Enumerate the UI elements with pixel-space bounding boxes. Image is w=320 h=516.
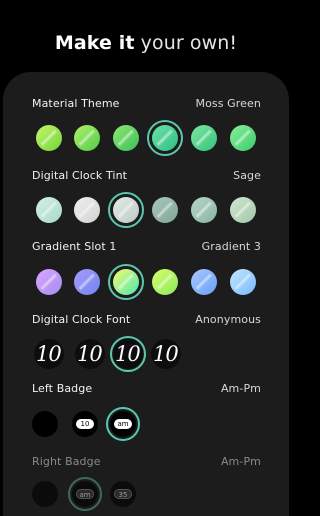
- font-sample-text: 10: [36, 342, 62, 366]
- clock-font-label: Digital Clock Font: [32, 313, 131, 326]
- left-badge-option[interactable]: [32, 411, 58, 437]
- gradient-slot-swatch[interactable]: [36, 269, 62, 295]
- clock-font-header[interactable]: Digital Clock Font Anonymous: [32, 313, 261, 326]
- font-sample-text: 10: [115, 342, 141, 366]
- material-theme-swatch[interactable]: [36, 125, 62, 151]
- font-sample-text: 10: [77, 342, 103, 366]
- page-title: Make it your own!: [0, 32, 292, 54]
- badge-pill: 10: [76, 419, 94, 429]
- right-badge-option[interactable]: [32, 481, 58, 507]
- settings-panel: Material Theme Moss Green Digital Clock …: [3, 72, 289, 516]
- selected-ring[interactable]: [108, 264, 144, 300]
- right-badge-label: Right Badge: [32, 455, 101, 468]
- clock-tint-swatch[interactable]: [74, 197, 100, 223]
- left-badge-value: Am-Pm: [220, 382, 261, 395]
- left-badge-label: Left Badge: [32, 382, 93, 395]
- material-theme-swatches: [3, 118, 289, 158]
- right-badge-value: Am-Pm: [220, 455, 261, 468]
- left-badge-option[interactable]: 10: [72, 411, 98, 437]
- clock-tint-swatch[interactable]: [113, 197, 139, 223]
- clock-font-value: Anonymous: [195, 313, 261, 326]
- badge-pill: am: [76, 489, 94, 499]
- right-badge-header[interactable]: Right Badge Am-Pm: [32, 455, 261, 468]
- clock-font-option[interactable]: 10: [151, 339, 181, 369]
- clock-font-option[interactable]: 10: [34, 339, 64, 369]
- clock-tint-swatch[interactable]: [36, 197, 62, 223]
- right-badge-option[interactable]: am: [72, 481, 98, 507]
- gradient-slot-label: Gradient Slot 1: [32, 240, 117, 253]
- clock-tint-value: Sage: [233, 169, 261, 182]
- gradient-slot-swatch[interactable]: [191, 269, 217, 295]
- gradient-slot-header[interactable]: Gradient Slot 1 Gradient 3: [32, 240, 261, 253]
- clock-tint-swatch[interactable]: [191, 197, 217, 223]
- material-theme-swatch[interactable]: [113, 125, 139, 151]
- right-badge-option[interactable]: 35: [110, 481, 136, 507]
- selected-ring[interactable]: 10: [110, 336, 146, 372]
- selected-ring[interactable]: [108, 192, 144, 228]
- clock-font-option[interactable]: 10: [113, 339, 143, 369]
- clock-tint-swatches: [3, 190, 289, 230]
- material-theme-label: Material Theme: [32, 97, 120, 110]
- clock-tint-label: Digital Clock Tint: [32, 169, 128, 182]
- left-badge-options: 10 am: [3, 404, 289, 444]
- material-theme-value: Moss Green: [195, 97, 261, 110]
- material-theme-swatch[interactable]: [191, 125, 217, 151]
- gradient-slot-swatch[interactable]: [230, 269, 256, 295]
- gradient-slot-swatch[interactable]: [152, 269, 178, 295]
- right-badge-options: am 35: [3, 474, 289, 514]
- clock-tint-swatch[interactable]: [152, 197, 178, 223]
- clock-tint-header[interactable]: Digital Clock Tint Sage: [32, 169, 261, 182]
- selected-ring[interactable]: am: [68, 477, 102, 511]
- clock-tint-swatch[interactable]: [230, 197, 256, 223]
- left-badge-header[interactable]: Left Badge Am-Pm: [32, 382, 261, 395]
- gradient-slot-swatches: [3, 262, 289, 302]
- clock-font-options: 10 10 10 10: [3, 334, 289, 374]
- material-theme-swatch[interactable]: [74, 125, 100, 151]
- badge-pill: am: [114, 419, 132, 429]
- gradient-slot-value: Gradient 3: [201, 240, 261, 253]
- title-light: your own!: [134, 32, 238, 54]
- selected-ring[interactable]: [147, 120, 183, 156]
- gradient-slot-swatch[interactable]: [74, 269, 100, 295]
- left-badge-option[interactable]: am: [110, 411, 136, 437]
- material-theme-swatch[interactable]: [230, 125, 256, 151]
- font-sample-text: 10: [153, 342, 179, 366]
- selected-ring[interactable]: am: [106, 407, 140, 441]
- material-theme-header[interactable]: Material Theme Moss Green: [32, 97, 261, 110]
- clock-font-option[interactable]: 10: [75, 339, 105, 369]
- badge-pill: 35: [114, 489, 132, 499]
- material-theme-swatch[interactable]: [152, 125, 178, 151]
- title-bold: Make it: [54, 32, 135, 54]
- gradient-slot-swatch[interactable]: [113, 269, 139, 295]
